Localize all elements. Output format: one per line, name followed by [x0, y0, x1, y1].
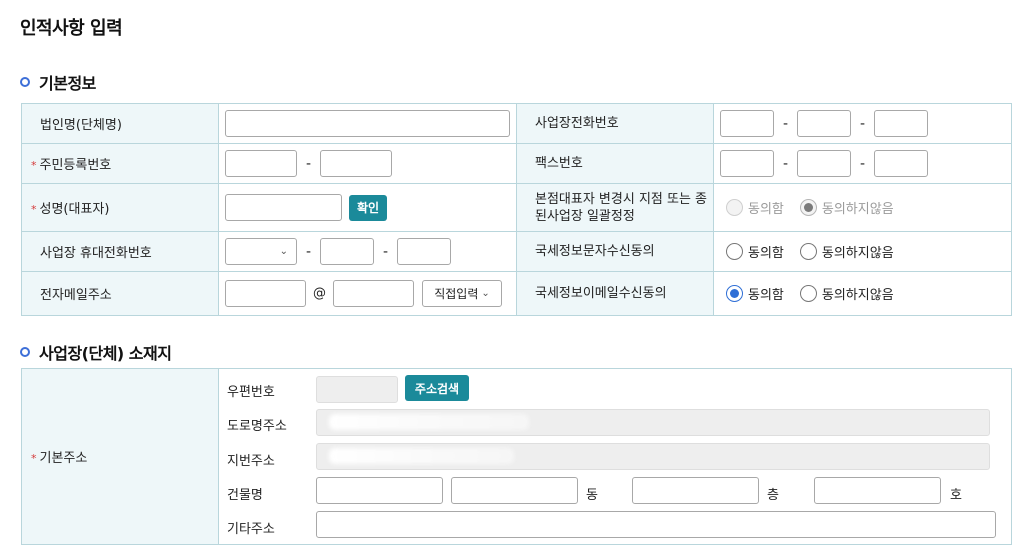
required-mark: *	[31, 452, 37, 465]
building-name-input[interactable]	[316, 477, 443, 504]
ho-input[interactable]	[814, 477, 941, 504]
sms-consent-label: 국세정보문자수신동의	[516, 231, 714, 272]
dong-label: 동	[586, 488, 598, 503]
other-address-label: 기타주소	[227, 522, 275, 537]
fax-part1-input[interactable]	[720, 150, 774, 177]
mobile-part3-input[interactable]	[397, 238, 451, 265]
fax-part2-input[interactable]	[797, 150, 851, 177]
dash: -	[305, 155, 312, 172]
redacted-text	[329, 414, 529, 430]
email-disagree-label: 동의하지않음	[821, 288, 894, 303]
corp-name-input[interactable]	[225, 110, 510, 137]
dash: -	[305, 243, 312, 260]
sms-agree-radio[interactable]	[726, 243, 743, 260]
resident-no-label: 주민등록번호	[39, 158, 112, 173]
circle-bullet-icon	[20, 77, 30, 87]
address-table: * 기본주소 우편번호 주소검색 도로명주소 지번주소 건물명 동 층 호 기타주…	[21, 368, 1012, 545]
bulk-change-label: 본점대표자 변경시 지점 또는 종된사업장 일괄정정	[516, 183, 714, 232]
other-address-input[interactable]	[316, 511, 996, 538]
mobile-prefix-select[interactable]: ⌄	[225, 238, 297, 265]
section-title-basic-label: 기본정보	[39, 74, 96, 93]
page-title: 인적사항 입력	[20, 18, 123, 39]
required-mark: *	[31, 203, 37, 216]
biz-phone-part2-input[interactable]	[797, 110, 851, 137]
corp-name-label: 법인명(단체명)	[21, 103, 219, 144]
email-domain-select-value: 직접입력	[434, 287, 479, 301]
required-mark: *	[31, 159, 37, 172]
fax-part3-input[interactable]	[874, 150, 928, 177]
address-fields: 우편번호 주소검색 도로명주소 지번주소 건물명 동 층 호 기타주소	[218, 368, 1012, 545]
sms-disagree-radio[interactable]	[799, 243, 817, 260]
rep-name-label: 성명(대표자)	[39, 202, 110, 217]
basic-info-table: 법인명(단체명) 사업장전화번호 - - * 주민등록번호 - 팩스번호 - -…	[21, 103, 1012, 316]
dash: -	[859, 115, 866, 132]
dong-input[interactable]	[451, 477, 578, 504]
section-title-basic: 기본정보	[20, 70, 96, 94]
building-label: 건물명	[227, 488, 263, 503]
lot-address-label: 지번주소	[227, 454, 275, 469]
section-title-location: 사업장(단체) 소재지	[20, 340, 172, 364]
bulk-change-disagree-label: 동의하지않음	[821, 202, 894, 217]
chevron-down-icon: ⌄	[279, 246, 288, 257]
dash: -	[382, 243, 389, 260]
mobile-label: 사업장 휴대전화번호	[21, 231, 219, 272]
email-consent-label: 국세정보이메일수신동의	[516, 271, 714, 316]
ho-label: 호	[950, 488, 962, 503]
chevron-down-icon: ⌄	[481, 288, 490, 299]
sms-disagree-label: 동의하지않음	[821, 246, 894, 261]
bulk-change-disagree-radio	[799, 199, 817, 216]
biz-phone-label: 사업장전화번호	[516, 103, 714, 144]
biz-phone-part1-input[interactable]	[720, 110, 774, 137]
bulk-change-agree-radio	[726, 199, 743, 216]
biz-phone-part3-input[interactable]	[874, 110, 928, 137]
base-address-label: 기본주소	[39, 451, 88, 466]
email-label: 전자메일주소	[21, 271, 219, 316]
road-address-label: 도로명주소	[227, 419, 287, 434]
sms-agree-label: 동의함	[748, 246, 784, 261]
address-search-button[interactable]: 주소검색	[405, 375, 469, 401]
resident-no-label-cell: * 주민등록번호	[21, 143, 219, 184]
email-domain-select[interactable]: 직접입력 ⌄	[422, 280, 502, 307]
base-address-label-cell: * 기본주소	[21, 368, 219, 545]
zip-label: 우편번호	[227, 385, 275, 400]
mobile-part2-input[interactable]	[320, 238, 374, 265]
resident-no-front-input[interactable]	[225, 150, 297, 177]
dash: -	[782, 155, 789, 172]
email-id-input[interactable]	[225, 280, 306, 307]
fax-label: 팩스번호	[516, 143, 714, 184]
resident-no-back-input[interactable]	[320, 150, 392, 177]
floor-label: 층	[767, 488, 779, 503]
rep-name-label-cell: * 성명(대표자)	[21, 183, 219, 232]
floor-input[interactable]	[632, 477, 759, 504]
email-disagree-radio[interactable]	[799, 285, 817, 302]
circle-bullet-icon	[20, 347, 30, 357]
rep-name-input[interactable]	[225, 194, 342, 221]
section-title-location-label: 사업장(단체) 소재지	[39, 344, 172, 363]
dash: -	[859, 155, 866, 172]
email-agree-label: 동의함	[748, 288, 784, 303]
email-at-symbol: @	[313, 286, 326, 301]
bulk-change-agree-label: 동의함	[748, 202, 784, 217]
email-agree-radio[interactable]	[726, 285, 743, 302]
confirm-button[interactable]: 확인	[349, 194, 388, 221]
dash: -	[782, 115, 789, 132]
zip-code-field	[316, 376, 398, 403]
redacted-text	[329, 448, 514, 464]
email-domain-input[interactable]	[333, 280, 414, 307]
